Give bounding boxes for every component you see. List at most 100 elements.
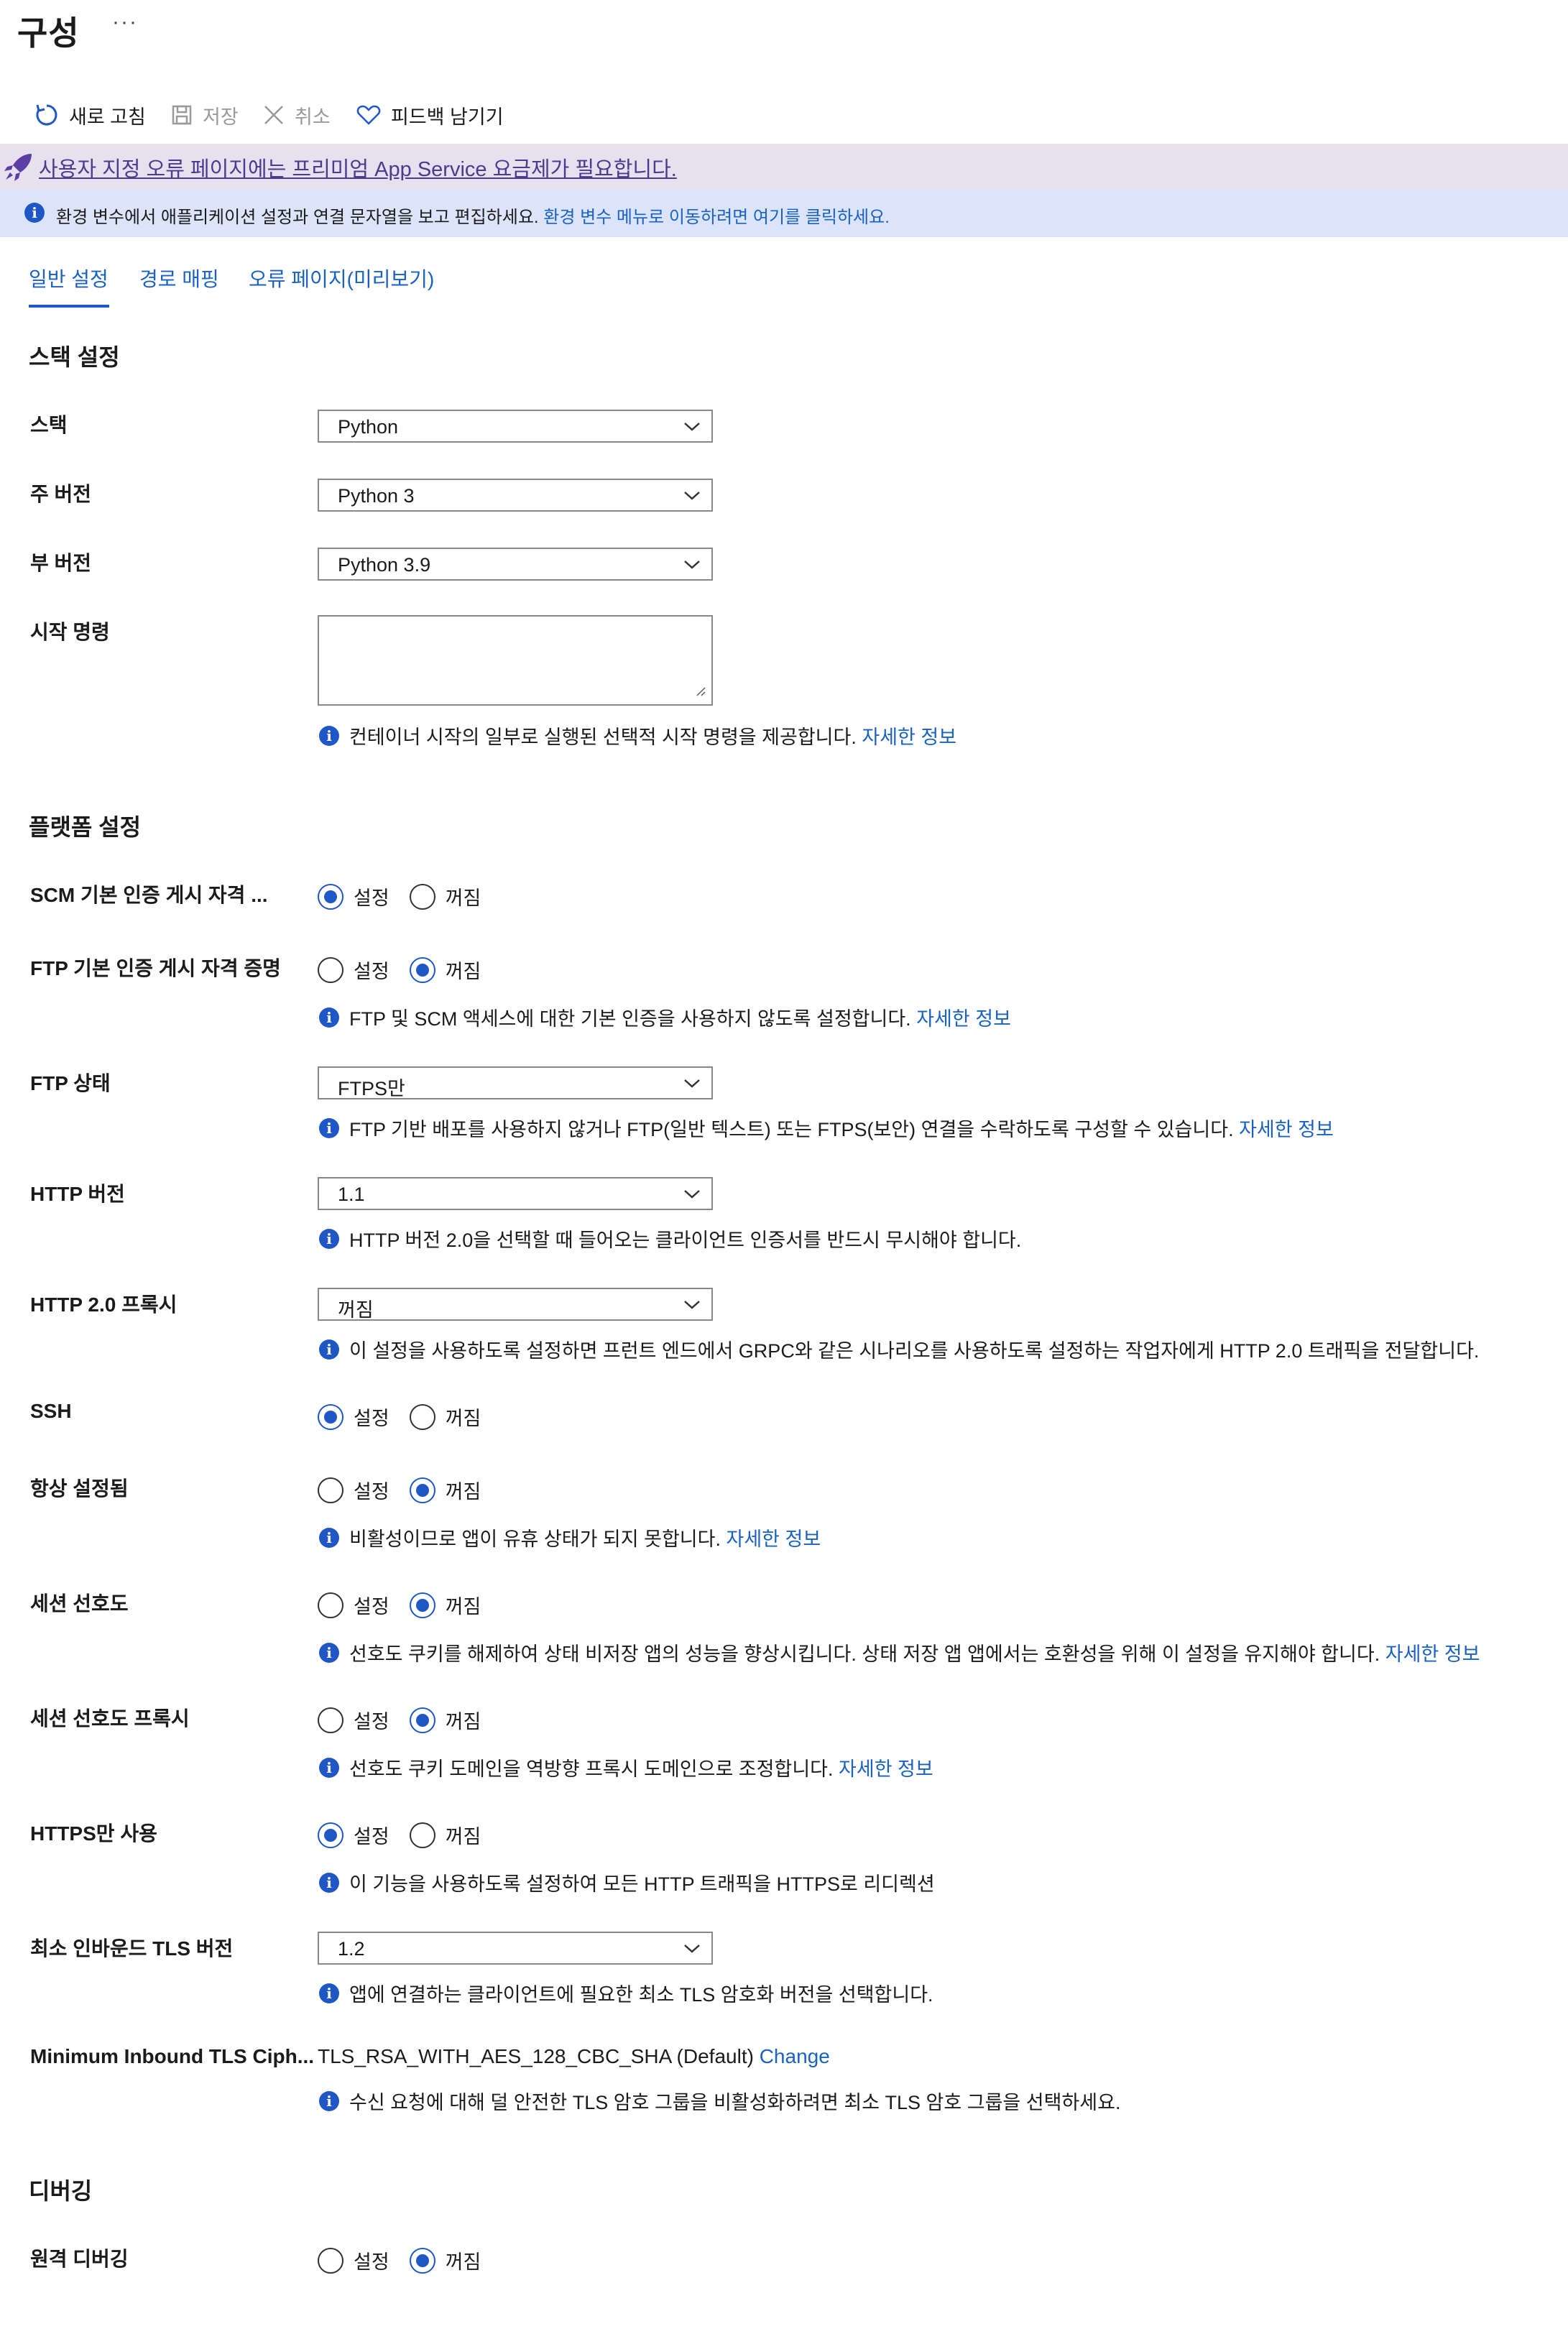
remote-debugging-on-radio[interactable]: [318, 2247, 343, 2274]
ftp-basic-auth-label: FTP 기본 인증 게시 자격 증명: [30, 957, 281, 979]
resize-grip-icon[interactable]: [694, 685, 706, 700]
session-affinity-radio-group: 설정 꺼짐: [318, 1591, 501, 1619]
ftp-state-dropdown[interactable]: FTPS만: [318, 1066, 713, 1099]
session-affinity-proxy-radio-group: 설정 꺼짐: [318, 1706, 501, 1734]
info-icon: i: [319, 1228, 339, 1249]
remote-debugging-label: 원격 디버깅: [30, 2248, 129, 2270]
startup-hint-text: 컨테이너 시작의 일부로 실행된 선택적 시작 명령을 제공합니다.: [349, 727, 857, 748]
stack-value: Python: [338, 416, 399, 438]
remote-debugging-off-radio[interactable]: [409, 2247, 435, 2274]
tab-path-mappings[interactable]: 경로 매핑: [139, 264, 219, 292]
learn-more-link[interactable]: 자세한 정보: [862, 727, 956, 748]
environment-info-banner: i 환경 변수에서 애플리케이션 설정과 연결 문자열을 보고 편집하세요. 환…: [0, 188, 1568, 237]
http2-proxy-label: HTTP 2.0 프록시: [30, 1293, 177, 1316]
radio-off-label: 꺼짐: [445, 2251, 481, 2273]
refresh-label: 새로 고침: [69, 106, 146, 128]
scm-on-radio[interactable]: [318, 883, 343, 910]
startup-command-hint: i 컨테이너 시작의 일부로 실행된 선택적 시작 명령을 제공합니다. 자세한…: [319, 721, 956, 749]
more-options-button[interactable]: ···: [112, 10, 138, 34]
refresh-icon: [34, 103, 59, 127]
radio-on-label: 설정: [354, 1481, 389, 1503]
change-cipher-link[interactable]: Change: [760, 2045, 830, 2067]
session-affinity-proxy-hint: i 선호도 쿠키 도메인을 역방향 프록시 도메인으로 조정합니다. 자세한 정…: [319, 1753, 933, 1781]
affinity-proxy-on-radio[interactable]: [318, 1707, 343, 1733]
https-only-off-radio[interactable]: [409, 1822, 435, 1848]
tab-error-pages[interactable]: 오류 페이지(미리보기): [249, 264, 434, 292]
cancel-label: 취소: [295, 106, 331, 128]
chevron-down-icon: [683, 1296, 701, 1316]
ssh-on-radio[interactable]: [318, 1403, 343, 1430]
affinity-on-radio[interactable]: [318, 1592, 343, 1618]
ftp-state-label: FTP 상태: [30, 1072, 111, 1094]
save-button[interactable]: 저장: [171, 101, 239, 129]
refresh-button[interactable]: 새로 고침: [34, 101, 146, 129]
ftp-auth-on-radio[interactable]: [318, 956, 343, 983]
startup-command-input[interactable]: [318, 615, 713, 706]
radio-on-label: 설정: [354, 1596, 389, 1618]
heart-icon: [356, 104, 381, 126]
feedback-button[interactable]: 피드백 남기기: [356, 101, 504, 129]
min-tls-cipher-label: Minimum Inbound TLS Ciph...: [30, 2045, 315, 2067]
ssh-label: SSH: [30, 1400, 72, 1422]
info-icon: i: [319, 1339, 339, 1360]
info-icon: i: [319, 1117, 339, 1138]
https-only-on-radio[interactable]: [318, 1822, 343, 1848]
stack-label: 스택: [30, 414, 68, 436]
environment-variables-link[interactable]: 환경 변수 메뉴로 이동하려면 여기를 클릭하세요.: [543, 208, 890, 227]
radio-on-label: 설정: [354, 1408, 389, 1429]
learn-more-link[interactable]: 자세한 정보: [726, 1528, 821, 1550]
remote-debugging-radio-group: 설정 꺼짐: [318, 2246, 501, 2274]
radio-off-label: 꺼짐: [445, 1711, 481, 1733]
debugging-heading: 디버깅: [29, 2178, 93, 2204]
radio-on-label: 설정: [354, 1711, 389, 1733]
learn-more-link[interactable]: 자세한 정보: [1385, 1643, 1480, 1665]
learn-more-link[interactable]: 자세한 정보: [916, 1008, 1011, 1030]
ftp-auth-off-radio[interactable]: [409, 956, 435, 983]
major-version-dropdown[interactable]: Python 3: [318, 479, 713, 512]
http2-proxy-hint: i 이 설정을 사용하도록 설정하면 프런트 엔드에서 GRPC와 같은 시나리…: [319, 1335, 1479, 1363]
https-only-hint-text: 이 기능을 사용하도록 설정하여 모든 HTTP 트래픽을 HTTPS로 리디렉…: [349, 1873, 935, 1895]
info-icon: i: [319, 1757, 339, 1778]
ftp-auth-hint-text: FTP 및 SCM 액세스에 대한 기본 인증을 사용하지 않도록 설정합니다.: [349, 1008, 911, 1030]
cancel-button[interactable]: 취소: [263, 101, 331, 129]
session-affinity-label: 세션 선호도: [30, 1592, 129, 1615]
info-icon: i: [319, 1007, 339, 1028]
scm-off-radio[interactable]: [409, 883, 435, 910]
radio-off-label: 꺼짐: [445, 887, 481, 909]
https-only-hint: i 이 기능을 사용하도록 설정하여 모든 HTTP 트래픽을 HTTPS로 리…: [319, 1868, 935, 1896]
chevron-down-icon: [683, 487, 701, 507]
affinity-proxy-off-radio[interactable]: [409, 1707, 435, 1733]
http-version-dropdown[interactable]: 1.1: [318, 1177, 713, 1210]
always-on-hint-text: 비활성이므로 앱이 유휴 상태가 되지 못합니다.: [349, 1528, 721, 1550]
radio-on-label: 설정: [354, 1826, 389, 1848]
info-icon: i: [24, 203, 45, 223]
learn-more-link[interactable]: 자세한 정보: [839, 1758, 933, 1780]
scm-basic-auth-radio-group: 설정 꺼짐: [318, 882, 501, 910]
banner-info-text: 환경 변수에서 애플리케이션 설정과 연결 문자열을 보고 편집하세요.: [56, 208, 544, 227]
affinity-off-radio[interactable]: [409, 1592, 435, 1618]
always-on-off-radio[interactable]: [409, 1477, 435, 1503]
http-version-hint-text: HTTP 버전 2.0을 선택할 때 들어오는 클라이언트 인증서를 반드시 무…: [349, 1230, 1022, 1251]
radio-off-label: 꺼짐: [445, 961, 481, 982]
always-on-on-radio[interactable]: [318, 1477, 343, 1503]
chevron-down-icon: [683, 1186, 701, 1205]
ssh-off-radio[interactable]: [409, 1403, 435, 1430]
premium-banner-link[interactable]: 사용자 지정 오류 페이지에는 프리미엄 App Service 요금제가 필요…: [39, 152, 677, 183]
major-version-value: Python 3: [338, 485, 415, 507]
min-tls-dropdown[interactable]: 1.2: [318, 1932, 713, 1965]
radio-off-label: 꺼짐: [445, 1596, 481, 1618]
save-icon: [171, 104, 193, 126]
affinity-hint-text: 선호도 쿠키를 해제하여 상태 비저장 앱의 성능을 향상시킵니다. 상태 저장…: [349, 1643, 1380, 1665]
http2-proxy-dropdown[interactable]: 꺼짐: [318, 1288, 713, 1321]
scm-basic-auth-label: SCM 기본 인증 게시 자격 ...: [30, 884, 268, 906]
stack-dropdown[interactable]: Python: [318, 410, 713, 443]
tab-general-settings[interactable]: 일반 설정: [29, 264, 109, 292]
feedback-label: 피드백 남기기: [391, 106, 504, 128]
affinity-proxy-hint-text: 선호도 쿠키 도메인을 역방향 프록시 도메인으로 조정합니다.: [349, 1758, 834, 1780]
learn-more-link[interactable]: 자세한 정보: [1239, 1119, 1334, 1140]
stack-settings-heading: 스택 설정: [29, 344, 120, 370]
info-icon: i: [319, 1872, 339, 1893]
close-icon: [263, 104, 285, 126]
session-affinity-hint: i 선호도 쿠키를 해제하여 상태 비저장 앱의 성능을 향상시킵니다. 상태 …: [319, 1638, 1480, 1666]
minor-version-dropdown[interactable]: Python 3.9: [318, 548, 713, 581]
